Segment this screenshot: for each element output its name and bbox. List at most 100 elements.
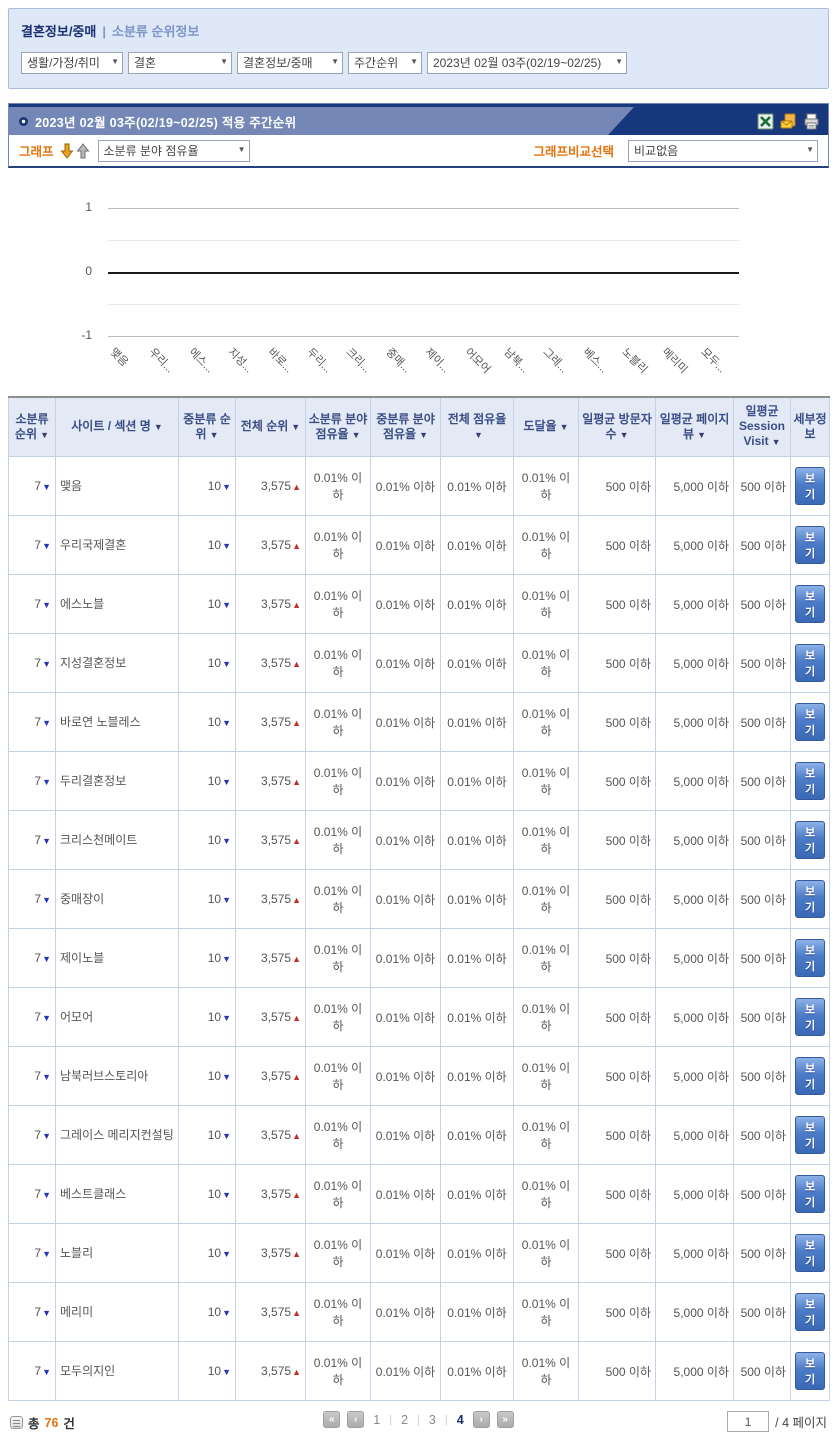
cell-sub-share: 0.01% 이하	[306, 575, 371, 634]
col-header-mid-share[interactable]: 중분류 분야 점유율▼	[371, 397, 441, 457]
page-number-2[interactable]: 2	[399, 1413, 410, 1427]
cell-site-name: 맺음	[56, 457, 179, 516]
x-tick-label: 어모어	[461, 344, 494, 377]
cell-mid-rank: 10▼	[179, 752, 236, 811]
rank-up-icon: ▲	[292, 482, 301, 492]
detail-view-button[interactable]: 보기	[795, 821, 825, 859]
page-number-1[interactable]: 1	[371, 1413, 382, 1427]
last-page-button[interactable]: »	[497, 1411, 514, 1428]
cell-reach: 0.01% 이하	[514, 870, 579, 929]
graph-metric-select[interactable]: 소분류 분야 점유율	[98, 140, 250, 162]
detail-view-button[interactable]: 보기	[795, 762, 825, 800]
cell-sub-rank: 7▼	[9, 1106, 56, 1165]
page-number-4[interactable]: 4	[455, 1413, 466, 1427]
table-row: 7▼ 크리스천메이트 10▼ 3,575▲ 0.01% 이하 0.01% 이하 …	[9, 811, 830, 870]
col-header-daily-pageviews[interactable]: 일평균 페이지 뷰▼	[656, 397, 734, 457]
period-type-select[interactable]: 주간순위	[348, 52, 422, 74]
col-header-site-name[interactable]: 사이트 / 섹션 명▼	[56, 397, 179, 457]
cell-daily-pageviews: 5,000 이하	[656, 693, 734, 752]
category-mid-select[interactable]: 결혼	[128, 52, 232, 74]
rank-down-icon: ▼	[222, 1072, 231, 1082]
cell-daily-visitors: 500 이하	[579, 1165, 656, 1224]
detail-view-button[interactable]: 보기	[795, 526, 825, 564]
cell-daily-pageviews: 5,000 이하	[656, 1106, 734, 1165]
cell-total-rank: 3,575▲	[236, 1224, 306, 1283]
panel-title: 2023년 02월 03주(02/19~02/25) 적용 주간순위	[35, 112, 296, 131]
cell-daily-visitors: 500 이하	[579, 752, 656, 811]
graph-sort-arrows	[60, 143, 90, 159]
cell-daily-pageviews: 5,000 이하	[656, 811, 734, 870]
detail-view-button[interactable]: 보기	[795, 1116, 825, 1154]
cell-detail: 보기	[791, 988, 830, 1047]
next-page-button[interactable]: ›	[473, 1411, 490, 1428]
cell-mid-share: 0.01% 이하	[371, 811, 441, 870]
x-tick-label: 에스...	[185, 344, 217, 376]
col-header-reach[interactable]: 도달율▼	[514, 397, 579, 457]
cell-total-rank: 3,575▲	[236, 988, 306, 1047]
rank-up-icon: ▲	[292, 1190, 301, 1200]
cell-daily-sessions: 500 이하	[734, 457, 791, 516]
sort-descending-arrow-icon[interactable]	[60, 143, 74, 159]
first-page-button[interactable]: «	[323, 1411, 340, 1428]
sort-ascending-arrow-icon[interactable]	[76, 143, 90, 159]
col-header-total-rank[interactable]: 전체 순위▼	[236, 397, 306, 457]
cell-sub-share: 0.01% 이하	[306, 1224, 371, 1283]
cell-sub-share: 0.01% 이하	[306, 929, 371, 988]
excel-export-icon[interactable]	[757, 113, 774, 130]
col-header-mid-rank[interactable]: 중분류 순위▼	[179, 397, 236, 457]
cell-daily-visitors: 500 이하	[579, 1106, 656, 1165]
cell-reach: 0.01% 이하	[514, 1283, 579, 1342]
mail-send-icon[interactable]	[780, 113, 797, 130]
cell-detail: 보기	[791, 1047, 830, 1106]
cell-sub-rank: 7▼	[9, 1047, 56, 1106]
rank-down-icon: ▼	[42, 1190, 51, 1200]
rank-down-icon: ▼	[42, 895, 51, 905]
category-small-select[interactable]: 결혼정보/중매	[237, 52, 343, 74]
detail-view-button[interactable]: 보기	[795, 644, 825, 682]
detail-view-button[interactable]: 보기	[795, 1057, 825, 1095]
rank-up-icon: ▲	[292, 1013, 301, 1023]
col-header-daily-visitors[interactable]: 일평균 방문자 수▼	[579, 397, 656, 457]
table-row: 7▼ 바로연 노블레스 10▼ 3,575▲ 0.01% 이하 0.01% 이하…	[9, 693, 830, 752]
print-icon[interactable]	[803, 113, 820, 130]
cell-sub-rank: 7▼	[9, 929, 56, 988]
detail-view-button[interactable]: 보기	[795, 939, 825, 977]
page-number-input[interactable]	[727, 1411, 769, 1432]
x-tick-label: 중매...	[382, 344, 414, 376]
rank-down-icon: ▼	[42, 541, 51, 551]
x-tick-label: 지성...	[225, 344, 257, 376]
cell-total-share: 0.01% 이하	[441, 457, 514, 516]
cell-sub-rank: 7▼	[9, 811, 56, 870]
detail-view-button[interactable]: 보기	[795, 467, 825, 505]
col-header-sub-share[interactable]: 소분류 분야 점유율▼	[306, 397, 371, 457]
detail-view-button[interactable]: 보기	[795, 998, 825, 1036]
category-large-select[interactable]: 생활/가정/취미	[21, 52, 123, 74]
period-week-select[interactable]: 2023년 02월 03주(02/19~02/25)	[427, 52, 627, 74]
x-tick-label: 모두...	[698, 344, 730, 376]
col-header-total-share[interactable]: 전체 점유율▼	[441, 397, 514, 457]
page-number-3[interactable]: 3	[427, 1413, 438, 1427]
prev-page-button[interactable]: ‹	[347, 1411, 364, 1428]
detail-view-button[interactable]: 보기	[795, 1234, 825, 1272]
page-total-label: / 4 페이지	[775, 1412, 827, 1431]
graph-compare-select[interactable]: 비교없음	[628, 140, 818, 162]
detail-view-button[interactable]: 보기	[795, 880, 825, 918]
table-row: 7▼ 두리결혼정보 10▼ 3,575▲ 0.01% 이하 0.01% 이하 0…	[9, 752, 830, 811]
detail-view-button[interactable]: 보기	[795, 585, 825, 623]
col-header-sub-rank[interactable]: 소분류 순위▼	[9, 397, 56, 457]
table-row: 7▼ 어모어 10▼ 3,575▲ 0.01% 이하 0.01% 이하 0.01…	[9, 988, 830, 1047]
cell-total-share: 0.01% 이하	[441, 1106, 514, 1165]
col-header-daily-session-visit[interactable]: 일평균 Session Visit▼	[734, 397, 791, 457]
rank-down-icon: ▼	[222, 1190, 231, 1200]
gridline-neg-1	[108, 336, 739, 337]
table-row: 7▼ 노블리 10▼ 3,575▲ 0.01% 이하 0.01% 이하 0.01…	[9, 1224, 830, 1283]
cell-sub-share: 0.01% 이하	[306, 516, 371, 575]
detail-view-button[interactable]: 보기	[795, 1175, 825, 1213]
detail-view-button[interactable]: 보기	[795, 1352, 825, 1390]
cell-total-share: 0.01% 이하	[441, 634, 514, 693]
detail-view-button[interactable]: 보기	[795, 703, 825, 741]
detail-view-button[interactable]: 보기	[795, 1293, 825, 1331]
cell-total-rank: 3,575▲	[236, 1106, 306, 1165]
y-tick-label: -1	[62, 328, 92, 342]
cell-site-name: 모두의지인	[56, 1342, 179, 1401]
